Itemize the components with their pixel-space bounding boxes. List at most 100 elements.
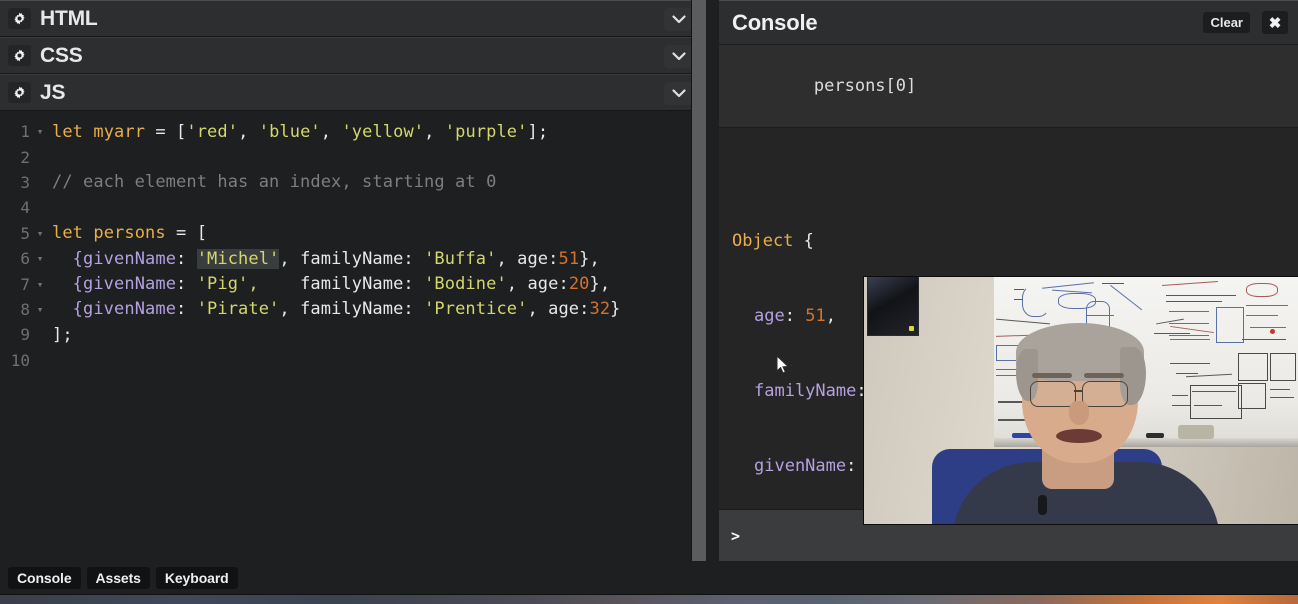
property-key: age [754,306,785,326]
console-header: Console Clear ✖ [719,1,1298,45]
code-line[interactable]: 9 ]; [0,322,706,347]
object-header: Object { [732,229,1298,254]
token-identifier: persons [93,223,166,244]
gear-icon[interactable] [8,45,31,66]
gear-icon[interactable] [8,82,31,103]
poster-sticker [909,326,914,331]
line-number: 1 [20,122,30,142]
assets-button[interactable]: Assets [86,567,150,589]
console-title: Console [732,9,818,35]
assets-button-label: Assets [95,570,141,586]
token-string: 'blue' [258,121,321,142]
object-open-brace: { [803,231,814,251]
video-person-lapel-mic [1038,495,1047,515]
token-punct: , [496,248,518,269]
video-person-nose [1069,401,1089,425]
line-number: 2 [20,147,30,167]
pane-header-js[interactable]: JS [0,74,706,111]
token-punct: , [320,121,342,142]
token-punct: , [424,121,445,142]
code-line[interactable]: 3 // each element has an index, starting… [0,170,706,195]
chevron-down-icon[interactable] [664,45,694,68]
token-identifier: myarr [93,121,146,142]
token-punct: : [403,299,425,320]
chevron-down-icon[interactable] [664,82,694,105]
video-person-mouth [1056,429,1102,443]
webcam-video-overlay[interactable] [864,277,1298,524]
video-person-glasses-left [1030,381,1076,407]
fold-arrow-icon[interactable]: ▾ [32,126,48,137]
code-line-text: let persons = [ [48,223,207,243]
gear-icon[interactable] [8,8,31,29]
token-property: age [527,274,559,295]
token-property: familyName [300,299,404,320]
keyboard-button[interactable]: Keyboard [155,567,238,589]
code-line[interactable]: 5 ▾ let persons = [ [0,221,706,246]
pane-resize-divider[interactable] [691,0,706,561]
token-string: 'Pig', [196,274,259,295]
line-number: 5 [20,223,30,243]
fold-arrow-icon[interactable]: ▾ [32,228,48,239]
code-line[interactable]: 1 ▾ let myarr = ['red', 'blue', 'yellow'… [0,119,706,144]
video-person-glasses-right [1082,381,1128,407]
token-property: age [517,248,549,269]
token-punct: , [279,248,301,269]
token-punct: { [72,299,84,320]
token-string: 'red' [186,121,239,142]
token-string: 'yellow' [341,121,425,142]
token-punct: }, [589,274,611,295]
token-punct: : [176,248,197,269]
fold-arrow-icon[interactable]: ▾ [32,304,48,315]
line-number: 8 [20,299,30,319]
clear-button-label: Clear [1210,15,1243,30]
token-pad [259,274,300,294]
token-property: familyName [300,248,404,269]
line-number: 4 [20,198,30,218]
token-punct: : [548,248,559,269]
clear-button[interactable]: Clear [1203,12,1250,33]
token-property: givenName [83,248,177,269]
line-number: 3 [20,172,30,192]
code-line-text: ]; [52,324,73,345]
code-line[interactable]: 4 [0,195,706,220]
console-input-text: persons[0] [813,76,917,96]
js-code-editor[interactable]: 1 ▾ let myarr = ['red', 'blue', 'yellow'… [0,111,706,561]
chevron-down-icon[interactable] [664,8,694,31]
token-keyword: let [52,121,84,142]
fold-arrow-icon[interactable]: ▾ [32,253,48,264]
bottom-toolbar: Console Assets Keyboard [0,561,1298,595]
token-property: familyName [300,274,404,295]
object-label: Object [732,231,794,251]
token-punct: ]; [527,121,549,142]
console-toggle-button[interactable]: Console [8,567,81,589]
pane-title-css: CSS [40,44,83,67]
fold-arrow-icon[interactable]: ▾ [32,279,48,290]
console-input-row[interactable]: persons[0] [719,45,1298,128]
code-line[interactable]: 6 ▾ {givenName: 'Michel', familyName: 'B… [0,246,706,271]
token-punct: : [403,274,425,295]
code-line[interactable]: 7 ▾ {givenName: 'Pig', familyName: 'Bodi… [0,271,706,296]
token-number: 51 [558,248,580,269]
video-wall-poster [867,277,919,336]
code-line[interactable]: 2 [0,144,706,169]
token-keyword: let [52,223,84,244]
close-icon[interactable]: ✖ [1262,11,1288,34]
token-punct: , [527,299,549,320]
token-string: 'Prentice' [424,299,528,320]
code-line-text: {givenName: 'Michel', familyName: 'Buffa… [48,248,600,269]
property-key: familyName [754,381,857,401]
code-line-text: {givenName: 'Pirate', familyName: 'Prent… [48,299,621,319]
code-line[interactable]: 8 ▾ {givenName: 'Pirate', familyName: 'P… [0,297,706,322]
video-person-brow-left [1032,373,1072,378]
pane-title-js: JS [40,81,66,104]
video-person-glasses-bridge [1074,390,1082,392]
token-punct: } [610,299,621,320]
token-number: 20 [568,274,590,295]
token-punct: : [579,299,590,320]
code-line[interactable]: 10 [0,348,706,373]
pane-header-html[interactable]: HTML [0,0,706,37]
token-punct: : [558,274,569,295]
pane-header-css[interactable]: CSS [0,37,706,74]
